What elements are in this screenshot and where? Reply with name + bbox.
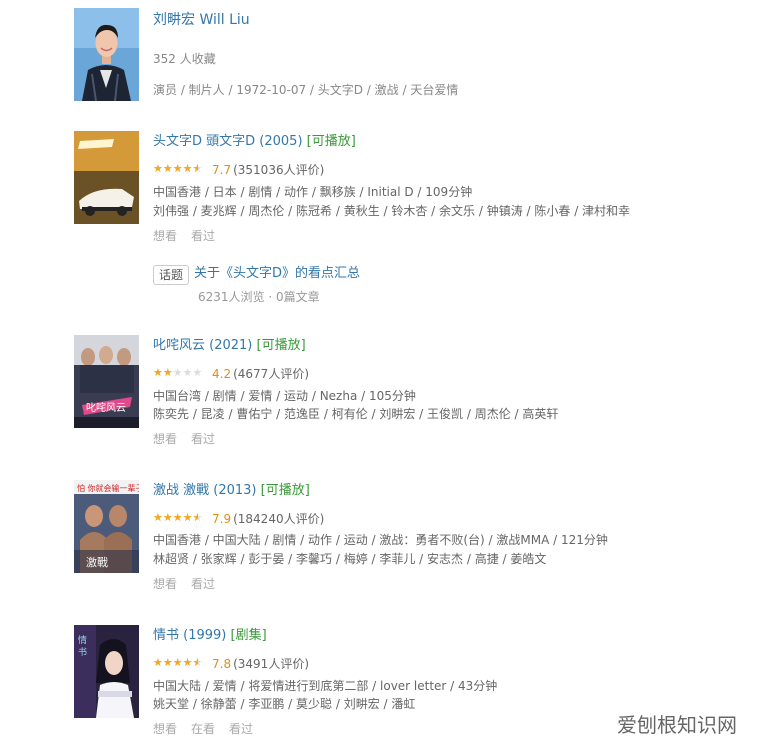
movie-title-text[interactable]: 头文字D 頭文字D (2005)	[153, 134, 303, 149]
rating-votes: (184240人评价)	[233, 512, 325, 526]
watching-button[interactable]: 在看	[191, 722, 215, 736]
svg-text:情: 情	[78, 634, 87, 646]
series-badge[interactable]: [剧集]	[231, 628, 267, 643]
watched-button[interactable]: 看过	[229, 722, 253, 736]
watched-button[interactable]: 看过	[191, 432, 215, 446]
playable-badge[interactable]: [可播放]	[307, 134, 356, 149]
movie-actions: 想看 看过	[153, 229, 229, 243]
movie-actions: 想看 在看 看过	[153, 722, 267, 736]
topic-tag[interactable]: 话题	[153, 265, 190, 285]
movie-title-initial-d[interactable]: 头文字D 頭文字D (2005) [可播放]	[153, 133, 356, 151]
playable-badge[interactable]: [可播放]	[261, 483, 310, 498]
movie-title-love-letter[interactable]: 情书 (1999) [剧集]	[153, 627, 267, 645]
rating-votes: (3491人评价)	[233, 657, 309, 671]
playable-badge[interactable]: [可播放]	[257, 338, 306, 353]
star-rating-icon: ★★★★★★★★★★	[153, 366, 203, 379]
star-rating-icon: ★★★★★★★★★★	[153, 511, 203, 524]
rating-votes: (4677人评价)	[233, 367, 309, 381]
movie-info-line: 中国大陆 / 爱情 / 将爱情进行到底第二部 / lover letter / …	[153, 679, 498, 693]
movie-info-line: 中国香港 / 中国大陆 / 剧情 / 动作 / 运动 / 激战：勇者不败(台) …	[153, 533, 608, 547]
rating-love-letter: ★★★★★ ★★★★★ 7.8 (3491人评价)	[153, 656, 309, 671]
person-photo[interactable]	[74, 8, 139, 101]
want-to-watch-button[interactable]: 想看	[153, 432, 177, 446]
site-watermark: 爱刨根知识网	[617, 713, 737, 737]
want-to-watch-button[interactable]: 想看	[153, 229, 177, 243]
movie-cast-line: 陈奕先 / 昆凌 / 曹佑宁 / 范逸臣 / 柯有伦 / 刘畊宏 / 王俊凯 /…	[153, 407, 559, 421]
movie-cast-line: 姚天堂 / 徐静蕾 / 李亚鹏 / 莫少聪 / 刘畊宏 / 潘虹	[153, 697, 416, 711]
rating-score: 7.9	[212, 512, 232, 526]
svg-text:叱咤风云: 叱咤风云	[86, 401, 126, 414]
want-to-watch-button[interactable]: 想看	[153, 722, 177, 736]
topic-title[interactable]: 关于《头文字D》的看点汇总	[194, 265, 360, 283]
svg-text:书: 书	[78, 647, 87, 658]
movie-info-line: 中国香港 / 日本 / 剧情 / 动作 / 飘移族 / Initial D / …	[153, 185, 473, 199]
movie-title-unbeatable[interactable]: 激战 激戰 (2013) [可播放]	[153, 482, 310, 500]
topic-meta: 6231人浏览 · 0篇文章	[198, 290, 320, 304]
poster-nezha[interactable]: 叱咤风云	[74, 335, 139, 428]
person-collect-count: 352 人收藏	[153, 52, 216, 66]
watched-button[interactable]: 看过	[191, 577, 215, 591]
rating-score: 4.2	[212, 367, 232, 381]
movie-title-text[interactable]: 激战 激戰 (2013)	[153, 483, 257, 498]
rating-initial-d: ★★★★★ ★★★★★ 7.7 (351036人评价)	[153, 162, 325, 177]
movie-title-text[interactable]: 叱咤风云 (2021)	[153, 338, 252, 353]
poster-love-letter[interactable]: 情 书	[74, 625, 139, 718]
rating-nezha: ★★★★★★★★★★ 4.2 (4677人评价)	[153, 366, 309, 381]
svg-text:激戰: 激戰	[86, 555, 108, 569]
svg-text:怕 你就会输一辈子: 怕 你就会输一辈子	[77, 483, 139, 493]
movie-actions: 想看 看过	[153, 432, 229, 446]
poster-initial-d[interactable]	[74, 131, 139, 224]
movie-info-line: 中国台湾 / 剧情 / 爱情 / 运动 / Nezha / 105分钟	[153, 389, 416, 403]
person-name[interactable]: 刘畊宏 Will Liu	[153, 11, 250, 29]
poster-unbeatable[interactable]: 怕 你就会输一辈子 激戰	[74, 480, 139, 573]
watched-button[interactable]: 看过	[191, 229, 215, 243]
rating-score: 7.7	[212, 163, 232, 177]
star-rating-icon: ★★★★★★★★★★	[153, 656, 203, 669]
movie-title-nezha[interactable]: 叱咤风云 (2021) [可播放]	[153, 337, 306, 355]
movie-cast-line: 刘伟强 / 麦兆辉 / 周杰伦 / 陈冠希 / 黄秋生 / 铃木杏 / 余文乐 …	[153, 204, 631, 218]
rating-votes: (351036人评价)	[233, 163, 325, 177]
movie-cast-line: 林超贤 / 张家辉 / 彭于晏 / 李馨巧 / 梅婷 / 李菲儿 / 安志杰 /…	[153, 552, 547, 566]
movie-actions: 想看 看过	[153, 577, 229, 591]
movie-title-text[interactable]: 情书 (1999)	[153, 628, 226, 643]
star-rating-icon: ★★★★★★★★★★	[153, 162, 203, 175]
person-meta: 演员 / 制片人 / 1972-10-07 / 头文字D / 激战 / 天台爱情	[153, 83, 459, 97]
want-to-watch-button[interactable]: 想看	[153, 577, 177, 591]
rating-unbeatable: ★★★★★ ★★★★★ 7.9 (184240人评价)	[153, 511, 325, 526]
rating-score: 7.8	[212, 657, 232, 671]
